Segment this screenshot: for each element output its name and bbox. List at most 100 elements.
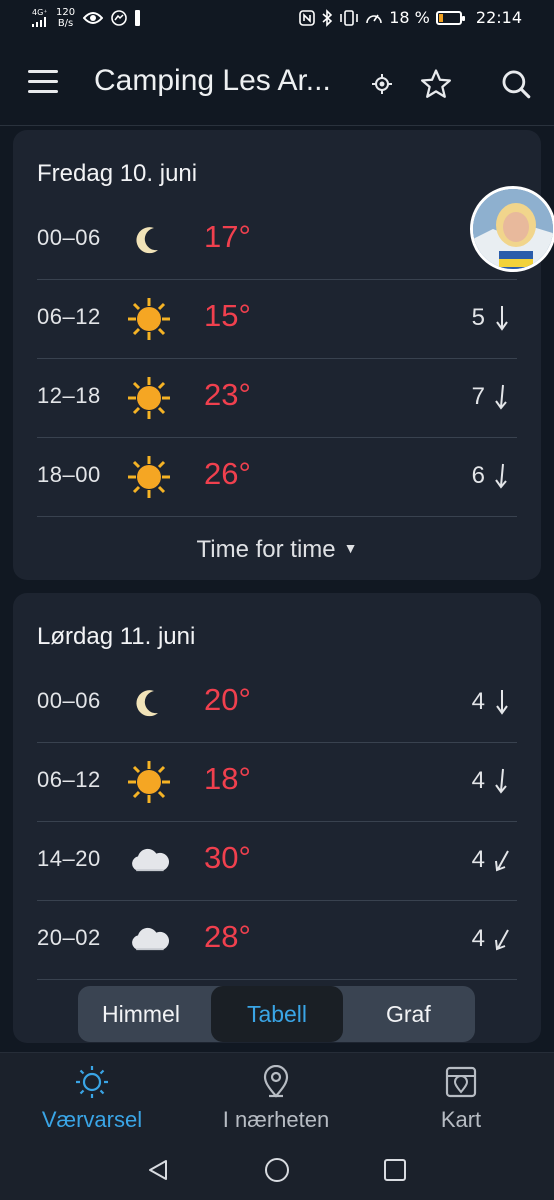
status-bar: 4G⁺ 120 B/s 18 % 22:14 <box>0 0 554 40</box>
speed-value: 120 <box>56 7 76 18</box>
temperature: 30° <box>204 840 251 875</box>
forecast-row[interactable]: 12–18 23° 7 <box>37 359 517 438</box>
notification-bar-icon <box>135 10 141 26</box>
battery-icon <box>435 10 465 25</box>
search-icon[interactable] <box>496 64 536 104</box>
forecast-row[interactable]: 06–12 15° 5 <box>37 280 517 359</box>
time-period: 14–20 <box>37 846 101 871</box>
view-toggle: Himmel Tabell Graf <box>78 986 475 1042</box>
time-period: 00–06 <box>37 225 101 250</box>
sun-icon <box>128 377 170 419</box>
wind-arrow-icon <box>495 768 507 794</box>
speed-unit: B/s <box>57 18 74 29</box>
chevron-down-icon: ▼ <box>343 540 358 556</box>
day-title: Fredag 10. juni <box>37 160 198 187</box>
wind-speed: 4 <box>471 846 485 873</box>
wind-speed: 7 <box>471 383 485 410</box>
wind-speed: 4 <box>471 688 485 715</box>
wind-arrow-icon <box>495 463 507 489</box>
nfc-icon <box>299 9 316 26</box>
time-period: 12–18 <box>37 383 101 408</box>
wind-speed: 4 <box>471 767 485 794</box>
pin-icon <box>263 1064 289 1098</box>
temperature: 28° <box>204 919 251 954</box>
cloud-icon <box>132 927 170 951</box>
temperature: 20° <box>204 682 251 717</box>
forecast-row[interactable]: 14–20 30° 4 <box>37 822 517 901</box>
tab-himmel[interactable]: Himmel <box>102 986 180 1042</box>
wind-arrow-icon <box>495 384 507 410</box>
app-bar: Camping Les Ar... <box>0 44 554 126</box>
sun-icon <box>128 761 170 803</box>
system-nav-bar <box>0 1136 554 1200</box>
time-period: 20–02 <box>37 925 101 950</box>
recents-icon[interactable] <box>383 1158 407 1182</box>
nav-kart[interactable]: Kart <box>386 1065 536 1133</box>
wind: 4 <box>472 688 509 716</box>
moon-icon <box>136 227 158 254</box>
wind: 7 <box>472 383 509 411</box>
forecast-row[interactable]: 20–02 28° 4 <box>37 901 517 980</box>
battery-percent: 18 % <box>389 8 430 27</box>
network-speed: 120 B/s <box>56 7 75 29</box>
avatar[interactable] <box>470 186 554 272</box>
location-title[interactable]: Camping Les Ar... <box>94 64 331 98</box>
wind-arrow-icon <box>496 306 508 331</box>
sun-icon <box>128 298 170 340</box>
hourly-link-label: Time for time <box>196 536 336 563</box>
wind: 5 <box>472 304 509 332</box>
sun-icon <box>128 456 170 498</box>
temperature: 17° <box>204 219 251 254</box>
tab-tabell[interactable]: Tabell <box>211 986 343 1042</box>
moon-icon <box>136 690 158 717</box>
star-icon[interactable] <box>416 64 456 104</box>
forecast-card-friday: Fredag 10. juni 00–06 17° 06–12 15° 5 12… <box>13 130 541 580</box>
battery-fill <box>438 13 443 22</box>
vibrate-icon <box>340 9 359 26</box>
day-title: Lørdag 11. juni <box>37 623 196 650</box>
wind-arrow-icon <box>495 929 509 951</box>
map-icon <box>445 1066 477 1098</box>
wind: 4 <box>472 846 509 874</box>
tab-graf[interactable]: Graf <box>386 986 431 1042</box>
wind-arrow-icon <box>496 690 508 715</box>
clock: 22:14 <box>475 8 522 27</box>
home-icon[interactable] <box>264 1157 290 1183</box>
bottom-nav: Værvarsel I nærheten Kart <box>0 1052 554 1136</box>
cloud-icon <box>132 848 170 872</box>
nav-label: Værvarsel <box>41 1107 143 1132</box>
messenger-icon <box>111 10 127 26</box>
forecast-row[interactable]: 18–00 26° 6 <box>37 438 517 517</box>
temperature: 26° <box>204 456 251 491</box>
wind-speed: 6 <box>471 462 485 489</box>
time-period: 06–12 <box>37 304 101 329</box>
back-icon[interactable] <box>146 1158 170 1182</box>
temperature: 18° <box>204 761 251 796</box>
wind: 6 <box>472 462 509 490</box>
menu-icon[interactable] <box>28 70 58 94</box>
wind: 4 <box>472 767 509 795</box>
wind-speed: 4 <box>471 925 485 952</box>
wind-speed: 5 <box>471 304 485 331</box>
forecast-row[interactable]: 06–12 18° 4 <box>37 743 517 822</box>
time-period: 18–00 <box>37 462 101 487</box>
forecast-row[interactable]: 00–06 17° <box>37 201 517 280</box>
forecast-row[interactable]: 00–06 20° 4 <box>37 664 517 743</box>
nav-i-naerheten[interactable]: I nærheten <box>201 1064 351 1133</box>
network-indicator: 4G⁺ <box>32 8 48 29</box>
wind: 4 <box>472 925 509 953</box>
time-period: 00–06 <box>37 688 101 713</box>
location-icon[interactable] <box>362 64 402 104</box>
temperature: 15° <box>204 298 251 333</box>
speedometer-icon <box>366 14 383 23</box>
sun-outline-icon <box>76 1066 108 1098</box>
hourly-link[interactable]: Time for time ▼ <box>13 536 541 564</box>
eye-icon <box>83 12 104 24</box>
forecast-card-saturday: Lørdag 11. juni 00–06 20° 4 06–12 18° 4 … <box>13 593 541 1043</box>
temperature: 23° <box>204 377 251 412</box>
bluetooth-icon <box>322 8 333 27</box>
nav-label: Kart <box>440 1107 482 1132</box>
nav-label: I nærheten <box>222 1107 330 1132</box>
wind-arrow-icon <box>495 850 509 872</box>
nav-vaervarsel[interactable]: Værvarsel <box>17 1065 167 1133</box>
